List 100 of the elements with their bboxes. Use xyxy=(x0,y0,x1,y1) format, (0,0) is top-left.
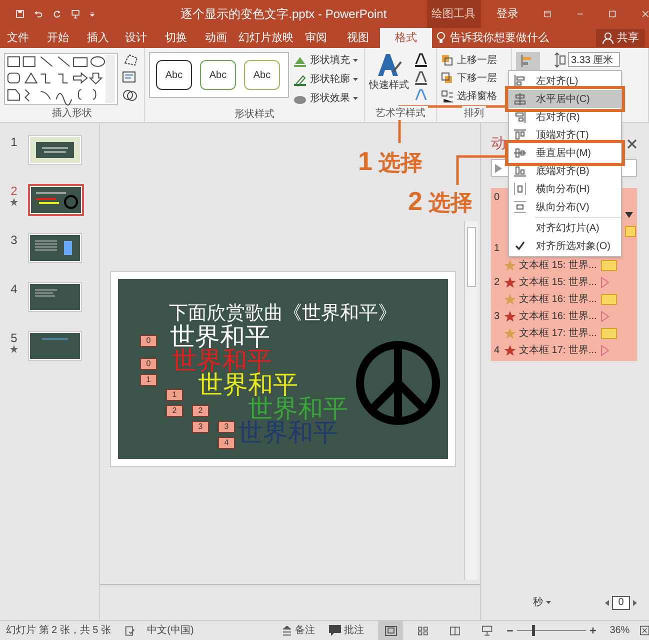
animation-item-label[interactable]: 文本框 16: 世界... xyxy=(519,309,597,324)
menu-item[interactable]: 对齐所选对象(O) xyxy=(509,237,621,255)
close-icon[interactable] xyxy=(642,8,649,20)
animation-tag: 0 xyxy=(140,358,157,370)
shape-style-sample[interactable]: Abc xyxy=(200,60,236,90)
animation-tag: 0 xyxy=(140,335,157,347)
animation-item-label[interactable]: 文本框 15: 世界... xyxy=(519,258,597,273)
menu-item[interactable]: 顶端对齐(T) xyxy=(509,126,621,144)
arrange-command[interactable]: 上移一层 xyxy=(441,52,497,69)
style-gallery[interactable]: Abc Abc Abc xyxy=(149,52,289,98)
timing-field[interactable]: 0 xyxy=(612,596,630,610)
menu-item[interactable]: 水平居中(C) xyxy=(509,90,621,108)
animation-item-label[interactable]: 文本框 15: 世界... xyxy=(519,275,597,290)
spelling-icon[interactable] xyxy=(125,624,136,636)
slide-text[interactable]: 世界和平 xyxy=(170,325,270,349)
window-title: 逐个显示的变色文字.pptx - PowerPoint xyxy=(180,6,387,23)
slide-thumbnail[interactable] xyxy=(28,233,82,263)
reading-view-icon[interactable] xyxy=(450,626,460,636)
ribbon-tab[interactable]: 开始 xyxy=(36,28,80,48)
unit-dropdown[interactable]: 秒 xyxy=(533,595,551,610)
notes-button[interactable]: 备注 xyxy=(282,623,315,638)
animation-tag: 2 xyxy=(166,405,183,417)
align-option-icon xyxy=(514,111,526,123)
shape-style-command[interactable]: 形状效果 xyxy=(293,90,358,107)
group-label: 插入形状 xyxy=(50,106,94,120)
layer-icon xyxy=(441,90,454,103)
merge-shapes-icon[interactable] xyxy=(122,88,140,102)
ribbon-tab[interactable]: 动画 xyxy=(196,28,236,48)
fit-slide-icon[interactable] xyxy=(640,625,649,636)
ribbon-tab[interactable]: 切换 xyxy=(156,28,196,48)
ribbon-display-icon[interactable] xyxy=(544,8,551,20)
slide-number: 1 xyxy=(10,135,18,149)
dropdown-arrow-icon[interactable] xyxy=(625,212,633,218)
slide-preview-drawing xyxy=(31,187,81,213)
menu-item[interactable]: 右对齐(R) xyxy=(509,108,621,126)
callout-text: 选择 xyxy=(378,149,422,177)
ribbon-tab[interactable]: 视图 xyxy=(336,28,380,48)
slide-preview-drawing xyxy=(30,235,80,261)
menu-item[interactable]: 左对齐(L) xyxy=(509,72,621,90)
slide-preview-drawing xyxy=(30,284,80,310)
shape-style-command[interactable]: 形状填充 xyxy=(293,52,358,69)
vertical-scrollbar[interactable] xyxy=(464,221,478,580)
paint-icon xyxy=(293,72,307,86)
menu-item[interactable]: 对齐幻灯片(A) xyxy=(509,219,621,237)
caret-icon xyxy=(353,59,358,62)
slide-sorter-icon[interactable] xyxy=(418,626,428,636)
person-icon xyxy=(602,32,614,44)
arrange-command[interactable]: 选择窗格 xyxy=(441,88,497,105)
step-number: 2 xyxy=(408,186,422,216)
share-button[interactable]: 共享 xyxy=(596,29,645,47)
align-button[interactable] xyxy=(516,52,540,70)
ribbon-tab[interactable]: 设计 xyxy=(116,28,156,48)
group-label: 排列 xyxy=(462,106,486,120)
customize-icon[interactable] xyxy=(90,10,95,18)
slideshow-icon[interactable] xyxy=(482,625,493,636)
save-icon[interactable] xyxy=(16,7,24,21)
arrange-command[interactable]: 下移一层 xyxy=(441,70,497,87)
sign-in-link[interactable]: 登录 xyxy=(496,6,519,22)
menu-item[interactable]: 底端对齐(B) xyxy=(509,162,621,180)
ribbon-tab[interactable]: 幻灯片放映 xyxy=(236,28,296,48)
animation-item-label[interactable]: 文本框 16: 世界... xyxy=(519,292,597,307)
animation-item-label[interactable]: 文本框 17: 世界... xyxy=(519,326,597,341)
tell-me-field[interactable]: 告诉我你想要做什么 xyxy=(450,30,549,46)
height-icon xyxy=(554,52,566,68)
menu-item[interactable]: 纵向分布(V) xyxy=(509,198,621,216)
ribbon-tab[interactable]: 审阅 xyxy=(296,28,336,48)
slide-thumbnail[interactable] xyxy=(28,282,82,312)
slide-thumbnail[interactable] xyxy=(28,184,84,216)
next-icon[interactable] xyxy=(633,600,637,606)
menu-item[interactable]: 垂直居中(M) xyxy=(509,144,621,162)
edit-shape-icon[interactable] xyxy=(122,52,140,66)
close-icon[interactable] xyxy=(627,139,637,149)
ribbon-tab[interactable]: 文件 xyxy=(0,28,36,48)
shape-gallery-drawing[interactable] xyxy=(4,52,118,106)
context-tab-label: 绘图工具 xyxy=(426,0,481,28)
align-option-icon xyxy=(514,129,526,141)
maximize-icon[interactable] xyxy=(609,8,616,20)
ribbon-tab[interactable]: 格式 xyxy=(380,28,432,48)
comments-button[interactable]: 批注 xyxy=(328,623,364,638)
quick-styles-button[interactable]: 快速样式 xyxy=(369,52,409,106)
ribbon-tab[interactable]: 插入 xyxy=(80,28,116,48)
zoom-in-icon[interactable] xyxy=(590,627,596,634)
shape-style-sample[interactable]: Abc xyxy=(244,60,280,90)
height-field[interactable]: 3.33 厘米 xyxy=(568,52,620,67)
normal-view-button[interactable] xyxy=(378,621,404,640)
slide-number: 5 xyxy=(10,331,18,345)
animation-item-label[interactable]: 文本框 17: 世界... xyxy=(519,343,597,358)
previous-icon[interactable] xyxy=(605,600,609,606)
play-icon[interactable] xyxy=(495,164,502,172)
zoom-slider[interactable] xyxy=(516,625,586,636)
align-option-icon xyxy=(514,183,526,195)
shape-style-sample[interactable]: Abc xyxy=(156,60,192,90)
menu-item[interactable]: 横向分布(H) xyxy=(509,180,621,198)
shape-style-command[interactable]: 形状轮廓 xyxy=(293,71,358,88)
slide-thumbnail[interactable] xyxy=(28,135,82,165)
slide-thumbnail[interactable] xyxy=(28,331,82,361)
layer-icon xyxy=(441,54,454,67)
zoom-percentage[interactable]: 36% xyxy=(610,623,630,638)
align-option-icon xyxy=(514,75,526,87)
slide-text[interactable]: 世界和平 xyxy=(198,373,298,397)
